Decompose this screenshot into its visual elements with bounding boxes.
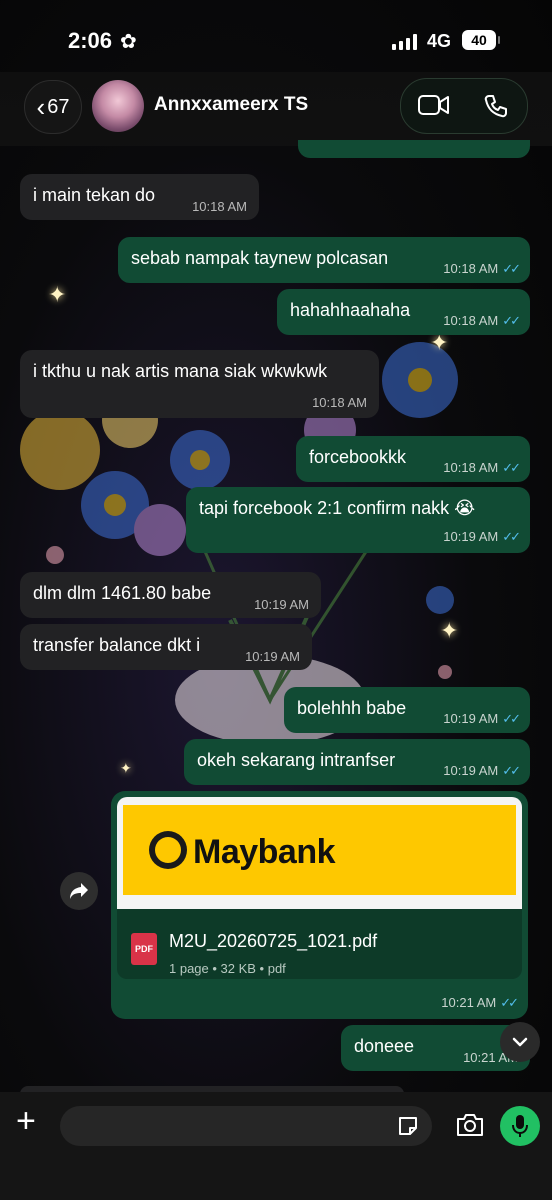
- document-preview: Maybank: [117, 797, 522, 909]
- message-bubble-incoming[interactable]: dlm dlm 1461.80 babe 10:19 AM: [20, 572, 321, 618]
- message-bubble-outgoing[interactable]: [298, 140, 530, 158]
- chevron-down-icon: [512, 1037, 528, 1047]
- message-bubble-incoming[interactable]: i main tekan do 10:18 AM: [20, 174, 259, 220]
- message-text: forcebookkk: [309, 447, 407, 467]
- scroll-to-bottom-button[interactable]: [500, 1022, 540, 1062]
- phone-call-icon[interactable]: [483, 93, 509, 119]
- message-time: 10:19 AM ✓✓: [443, 763, 521, 778]
- call-actions: [400, 78, 528, 134]
- maybank-tiger-logo-icon: [149, 831, 187, 869]
- sparkle-icon: ✦: [120, 760, 132, 776]
- message-time: 10:19 AM ✓✓: [443, 529, 521, 544]
- document-card[interactable]: Maybank PDF M2U_20260725_1021.pdf 1 page…: [117, 797, 522, 979]
- pdf-file-icon: PDF: [131, 933, 157, 965]
- sparkle-icon: ✦: [48, 282, 67, 307]
- microphone-icon: [512, 1115, 528, 1137]
- document-meta: 1 page • 32 KB • pdf: [169, 961, 286, 976]
- signal-icon: [392, 34, 420, 50]
- message-text: bolehhh babe: [297, 698, 407, 718]
- message-bubble-incoming[interactable]: transfer balance dkt i 10:19 AM: [20, 624, 312, 670]
- maybank-logo-text: Maybank: [193, 833, 336, 871]
- document-message[interactable]: Maybank PDF M2U_20260725_1021.pdf 1 page…: [111, 791, 528, 1019]
- forward-icon: [70, 883, 88, 899]
- gear-icon: ✿: [120, 31, 137, 53]
- unread-count: 67: [47, 95, 70, 118]
- battery-icon: 40: [462, 30, 500, 50]
- voice-message-button[interactable]: [500, 1106, 540, 1146]
- composer-bar: +: [0, 1092, 552, 1200]
- message-time: 10:21 AM ✓✓: [441, 995, 519, 1010]
- read-receipt-icon: ✓✓: [502, 313, 521, 328]
- message-time: 10:19 AM: [245, 649, 300, 664]
- back-button[interactable]: ‹ 67: [24, 80, 82, 134]
- read-receipt-icon: ✓✓: [502, 763, 521, 778]
- read-receipt-icon: ✓✓: [500, 995, 519, 1010]
- message-text: sebab nampak taynew polcasan: [131, 248, 389, 268]
- maybank-banner: Maybank: [123, 805, 516, 895]
- avatar[interactable]: [92, 80, 144, 132]
- message-text: okeh sekarang intranfser: [197, 750, 396, 770]
- chat-header: ‹ 67 Annxxameerx TS: [0, 72, 552, 146]
- message-text: doneee: [354, 1036, 415, 1056]
- status-bar: 2:06 ✿ 4G 40: [0, 0, 552, 72]
- clock: 2:06: [68, 28, 113, 53]
- message-text: transfer balance dkt i: [33, 635, 201, 655]
- message-bubble-outgoing[interactable]: bolehhh babe 10:19 AM ✓✓: [284, 687, 530, 733]
- message-bubble-outgoing[interactable]: hahahhaahaha 10:18 AM ✓✓: [277, 289, 530, 335]
- message-text: tapi forcebook 2:1 confirm nakk 😭: [199, 498, 476, 518]
- message-text: hahahhaahaha: [290, 300, 411, 320]
- message-text: i tkthu u nak artis mana siak wkwkwk: [33, 361, 328, 381]
- message-text: dlm dlm 1461.80 babe: [33, 583, 212, 603]
- chevron-left-icon: ‹: [36, 91, 46, 122]
- plus-icon[interactable]: +: [16, 1104, 36, 1138]
- camera-icon[interactable]: [455, 1112, 485, 1138]
- message-time: 10:19 AM: [254, 597, 309, 612]
- contact-name[interactable]: Annxxameerx TS: [154, 94, 308, 116]
- read-receipt-icon: ✓✓: [502, 460, 521, 475]
- message-time: 10:19 AM ✓✓: [443, 711, 521, 726]
- read-receipt-icon: ✓✓: [502, 711, 521, 726]
- message-time: 10:18 AM ✓✓: [443, 460, 521, 475]
- forward-button[interactable]: [60, 872, 98, 910]
- sparkle-icon: ✦: [440, 618, 459, 643]
- message-bubble-outgoing[interactable]: sebab nampak taynew polcasan 10:18 AM ✓✓: [118, 237, 530, 283]
- message-time: 10:18 AM ✓✓: [443, 313, 521, 328]
- video-call-icon[interactable]: [417, 94, 451, 116]
- sticker-icon[interactable]: [396, 1114, 420, 1138]
- message-bubble-outgoing[interactable]: okeh sekarang intranfser 10:19 AM ✓✓: [184, 739, 530, 785]
- read-receipt-icon: ✓✓: [502, 529, 521, 544]
- network-type: 4G: [427, 31, 452, 51]
- message-input[interactable]: [60, 1106, 432, 1146]
- message-bubble-outgoing[interactable]: tapi forcebook 2:1 confirm nakk 😭 10:19 …: [186, 487, 530, 553]
- message-bubble-incoming[interactable]: i tkthu u nak artis mana siak wkwkwk 10:…: [20, 350, 379, 418]
- message-text: i main tekan do: [33, 185, 156, 205]
- message-bubble-outgoing[interactable]: forcebookkk 10:18 AM ✓✓: [296, 436, 530, 482]
- read-receipt-icon: ✓✓: [502, 261, 521, 276]
- message-time: 10:18 AM ✓✓: [443, 261, 521, 276]
- message-time: 10:18 AM: [192, 199, 247, 214]
- document-file-name: M2U_20260725_1021.pdf: [169, 931, 378, 951]
- message-time: 10:18 AM: [312, 395, 367, 410]
